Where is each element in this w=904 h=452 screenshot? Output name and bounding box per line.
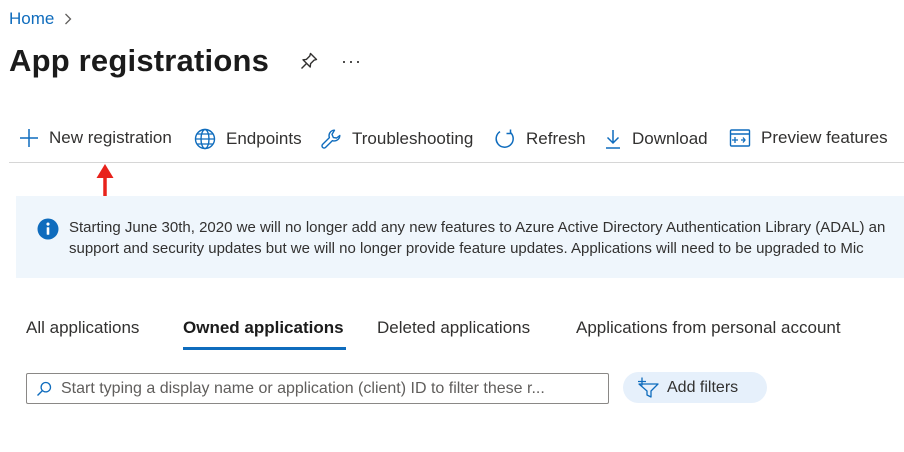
download-icon <box>604 128 622 150</box>
tab-personal-account-applications[interactable]: Applications from personal account <box>576 318 841 338</box>
add-filters-button[interactable]: Add filters <box>623 372 767 403</box>
search-input[interactable] <box>59 378 593 399</box>
tab-all-applications[interactable]: All applications <box>26 318 139 338</box>
refresh-icon <box>494 128 516 150</box>
troubleshooting-button[interactable]: Troubleshooting <box>320 128 473 150</box>
search-box <box>26 373 609 404</box>
endpoints-button[interactable]: Endpoints <box>194 128 302 150</box>
new-registration-button[interactable]: New registration <box>19 128 172 148</box>
plus-icon <box>19 128 39 148</box>
breadcrumb: Home <box>9 9 72 29</box>
preview-features-button[interactable]: Preview features <box>729 128 888 148</box>
download-button[interactable]: Download <box>604 128 708 150</box>
command-toolbar: New registration Endpoints Troubleshooti… <box>9 118 904 163</box>
breadcrumb-home-link[interactable]: Home <box>9 9 54 29</box>
tab-owned-applications[interactable]: Owned applications <box>183 318 344 338</box>
troubleshooting-label: Troubleshooting <box>352 129 474 148</box>
page-title: App registrations <box>9 43 270 78</box>
tab-deleted-applications[interactable]: Deleted applications <box>377 318 530 338</box>
globe-icon <box>194 128 216 150</box>
title-row: App registrations ··· <box>9 43 362 79</box>
preview-features-icon <box>729 128 751 148</box>
new-registration-label: New registration <box>49 128 172 147</box>
info-banner-line-1: Starting June 30th, 2020 we will no long… <box>69 219 886 236</box>
add-filters-label: Add filters <box>667 378 739 396</box>
preview-features-label: Preview features <box>761 128 888 147</box>
chevron-right-icon <box>64 13 72 25</box>
pin-icon[interactable] <box>299 51 319 71</box>
wrench-icon <box>320 128 342 150</box>
search-icon <box>36 381 52 397</box>
info-icon <box>37 218 59 245</box>
active-tab-indicator <box>183 347 346 350</box>
refresh-label: Refresh <box>526 129 586 148</box>
more-options-button[interactable]: ··· <box>341 51 362 72</box>
info-banner-text: Starting June 30th, 2020 we will no long… <box>69 217 885 259</box>
info-banner: Starting June 30th, 2020 we will no long… <box>16 196 904 278</box>
endpoints-label: Endpoints <box>226 129 302 148</box>
info-banner-line-2: support and security updates but we will… <box>69 240 864 257</box>
download-label: Download <box>632 129 708 148</box>
refresh-button[interactable]: Refresh <box>494 128 586 150</box>
add-filter-icon <box>637 377 661 399</box>
